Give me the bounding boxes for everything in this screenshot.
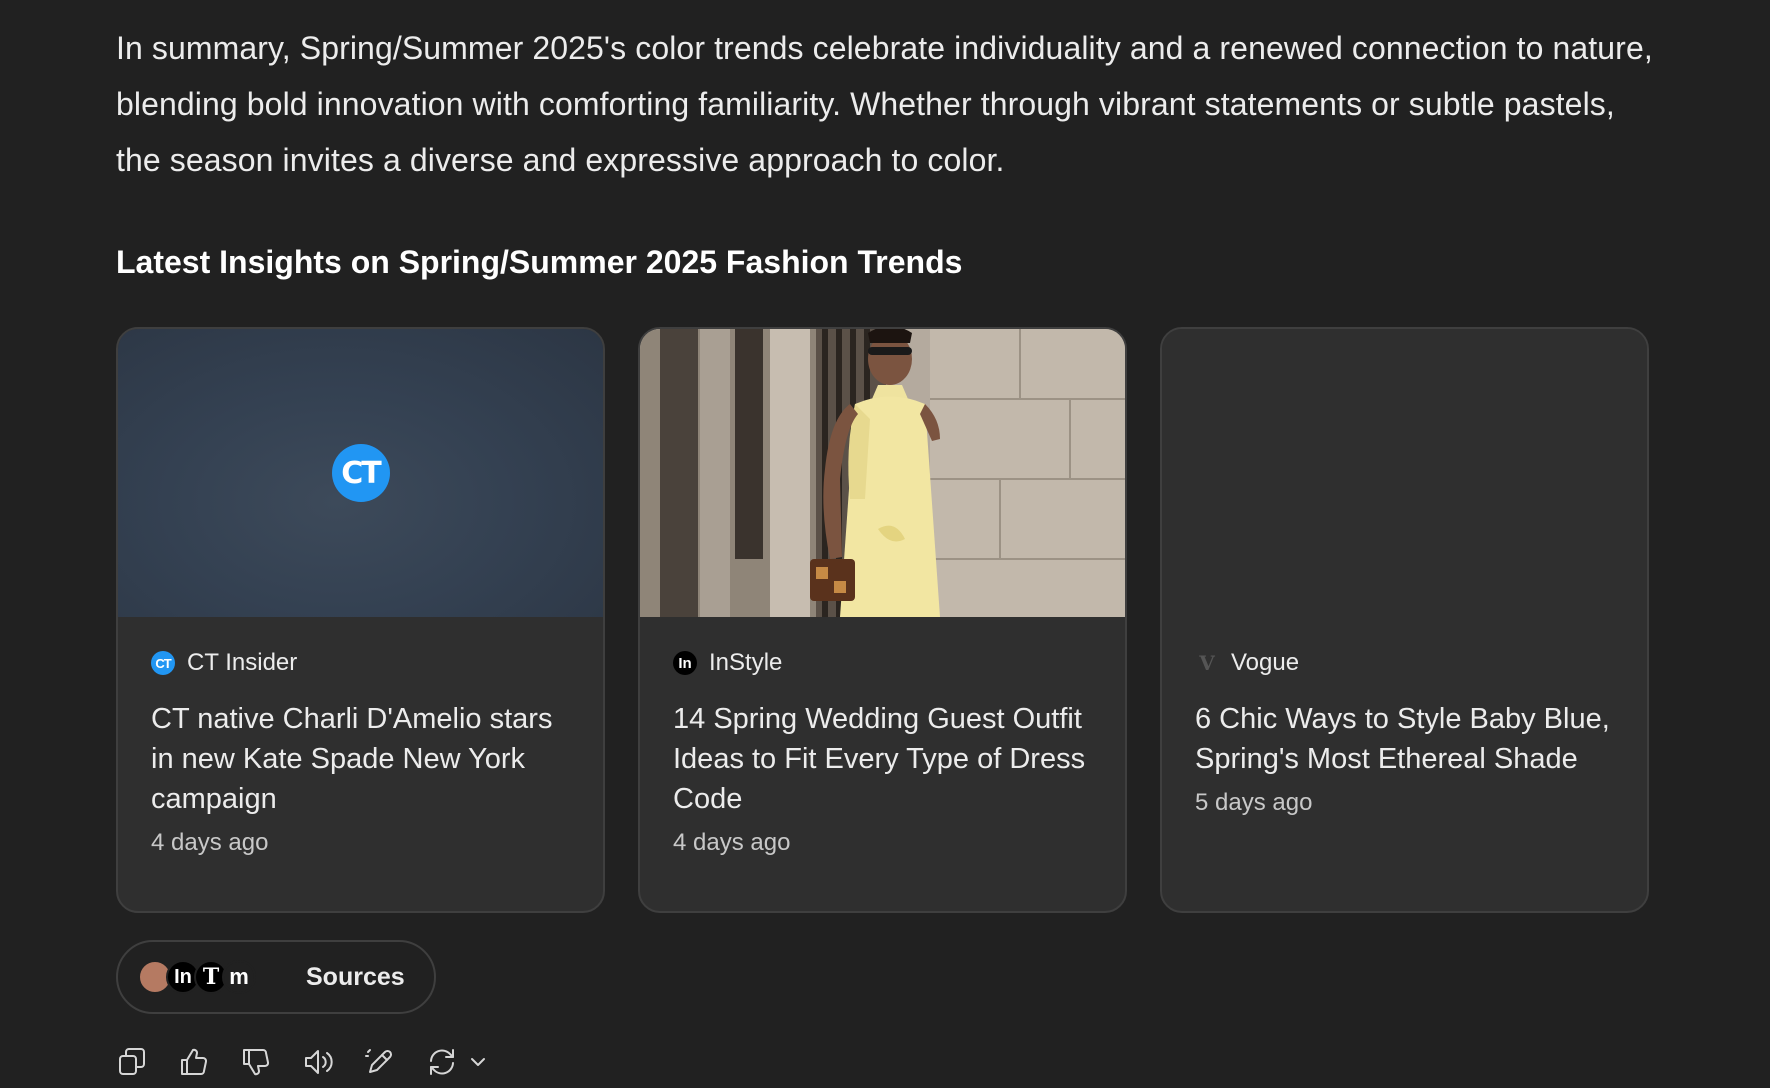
copy-icon — [119, 1048, 145, 1075]
edit-pen-icon — [365, 1049, 393, 1073]
card-time: 4 days ago — [673, 829, 791, 856]
regenerate-options[interactable] — [462, 1046, 494, 1078]
card-source: CT CT Insider — [151, 649, 570, 677]
response-content: In summary, Spring/Summer 2025's color t… — [116, 20, 1656, 1076]
summary-paragraph: In summary, Spring/Summer 2025's color t… — [116, 30, 1653, 178]
source-name: CT Insider — [187, 649, 298, 676]
section-title: Latest Insights on Spring/Summer 2025 Fa… — [116, 244, 963, 280]
ct-insider-logo: CT — [331, 444, 390, 502]
source-m-avatar-icon: m — [222, 960, 256, 994]
news-card-ct-insider[interactable]: CT CT CT Insider CT native Charli D'Amel… — [116, 327, 605, 913]
speaker-icon — [305, 1050, 333, 1074]
regenerate-action[interactable] — [426, 1046, 458, 1078]
chevron-down-icon — [471, 1058, 485, 1066]
card-title: CT native Charli D'Amelio stars in new K… — [151, 703, 553, 815]
source-name: InStyle — [709, 649, 783, 676]
vogue-icon: V — [1199, 651, 1215, 675]
sources-button[interactable]: In T m Sources — [116, 940, 436, 1014]
copy-button[interactable] — [116, 1046, 148, 1078]
card-time: 5 days ago — [1195, 789, 1313, 816]
instyle-icon: In — [673, 651, 697, 675]
source-avatars: In T m — [138, 960, 256, 994]
card-title: 14 Spring Wedding Guest Outfit Ideas to … — [673, 703, 1086, 815]
card-thumbnail-photo — [640, 329, 1125, 617]
message-actions — [116, 1046, 494, 1078]
card-title: 6 Chic Ways to Style Baby Blue, Spring's… — [1195, 703, 1610, 775]
edit-button[interactable] — [364, 1046, 396, 1078]
card-time: 4 days ago — [151, 829, 269, 856]
news-card-instyle[interactable]: In InStyle 14 Spring Wedding Guest Outfi… — [638, 327, 1127, 913]
regenerate-icon — [430, 1049, 454, 1075]
card-body: V Vogue 6 Chic Ways to Style Baby Blue, … — [1162, 617, 1647, 817]
news-card-vogue[interactable]: V Vogue 6 Chic Ways to Style Baby Blue, … — [1160, 327, 1649, 913]
card-thumbnail: CT — [118, 329, 603, 617]
card-body: In InStyle 14 Spring Wedding Guest Outfi… — [640, 617, 1125, 857]
thumbs-up-button[interactable] — [178, 1046, 210, 1078]
card-body: CT CT Insider CT native Charli D'Amelio … — [118, 617, 603, 857]
sources-label: Sources — [306, 962, 405, 991]
fashion-photo-image — [640, 329, 1125, 617]
thumbs-down-button[interactable] — [240, 1046, 272, 1078]
ct-insider-icon: CT — [151, 651, 175, 675]
regenerate-button[interactable] — [426, 1046, 494, 1078]
card-source: V Vogue — [1195, 649, 1614, 677]
thumbs-up-icon — [181, 1048, 207, 1075]
thumbs-down-icon — [243, 1049, 269, 1076]
source-name: Vogue — [1231, 649, 1300, 676]
card-thumbnail-empty — [1162, 329, 1647, 617]
card-source: In InStyle — [673, 649, 1092, 677]
news-cards: CT CT CT Insider CT native Charli D'Amel… — [116, 327, 1649, 913]
read-aloud-button[interactable] — [302, 1046, 334, 1078]
